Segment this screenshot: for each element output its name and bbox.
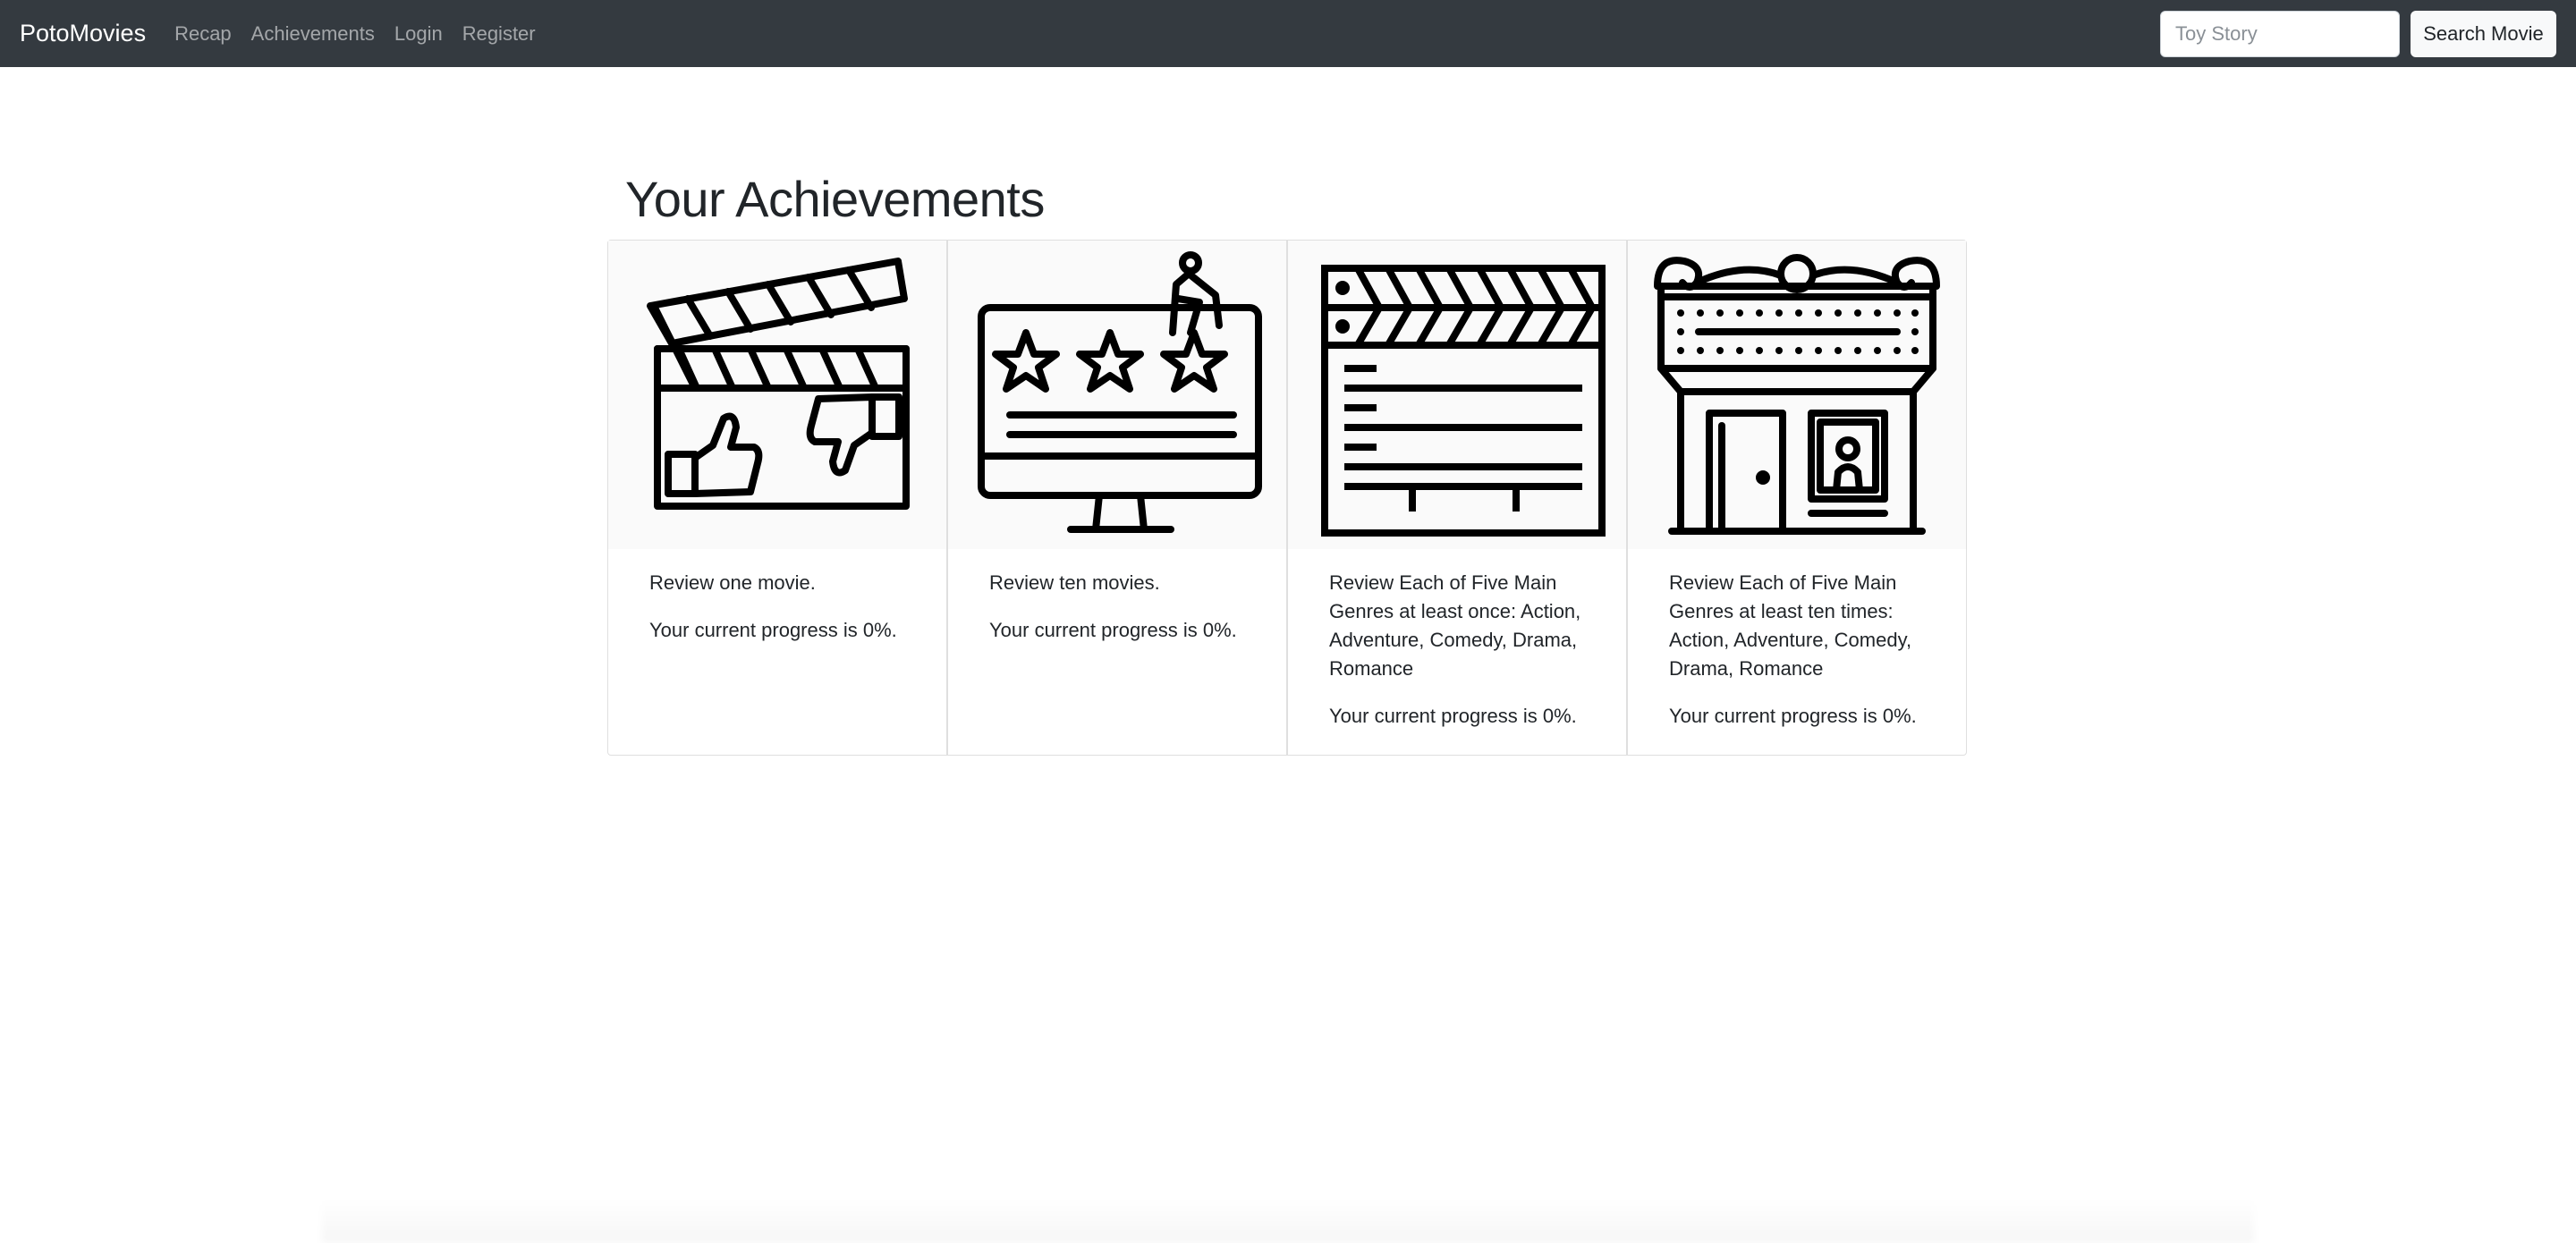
page-title: Your Achievements <box>625 171 1045 227</box>
achievement-card: Review ten movies. Your current progress… <box>947 240 1287 756</box>
achievement-title: Review one movie. <box>649 571 816 594</box>
search-form: Search Movie <box>2160 10 2556 57</box>
achievement-image <box>1628 241 1966 549</box>
achievement-image <box>1288 241 1626 549</box>
search-movie-button[interactable]: Search Movie <box>2411 10 2556 57</box>
top-navbar: PotoMovies Recap Achievements Login Regi… <box>0 0 2576 67</box>
nav-links: Recap Achievements Login Register <box>174 22 536 46</box>
achievement-card: Review Each of Five Main Genres at least… <box>1287 240 1627 756</box>
achievement-image <box>948 241 1286 549</box>
achievement-title: Review Each of Five Main Genres at least… <box>1669 571 1912 680</box>
cinema-building-icon <box>1654 253 1940 535</box>
achievement-card-body: Review Each of Five Main Genres at least… <box>1288 549 1626 748</box>
achievement-card-body: Review ten movies. Your current progress… <box>948 549 1286 663</box>
achievement-card-body: Review Each of Five Main Genres at least… <box>1628 549 1966 748</box>
nav-link-recap[interactable]: Recap <box>174 22 232 46</box>
achievement-title: Review Each of Five Main Genres at least… <box>1329 571 1581 680</box>
achievement-card-body: Review one movie. Your current progress … <box>608 549 946 663</box>
achievement-card: Review one movie. Your current progress … <box>607 240 947 756</box>
achievement-progress: Your current progress is 0%. <box>1669 705 1917 727</box>
achievement-card: Review Each of Five Main Genres at least… <box>1627 240 1967 756</box>
monitor-stars-review-icon <box>978 250 1262 533</box>
brand-logo[interactable]: PotoMovies <box>20 20 146 47</box>
achievements-card-group: Review one movie. Your current progress … <box>607 240 1968 756</box>
achievement-title: Review ten movies. <box>989 571 1160 594</box>
search-input[interactable] <box>2160 10 2400 57</box>
footer-shadow <box>322 1198 2254 1243</box>
clapperboard-thumbs-icon <box>647 257 910 510</box>
clapperboard-list-icon <box>1321 264 1606 537</box>
achievement-progress: Your current progress is 0%. <box>649 619 897 641</box>
nav-link-register[interactable]: Register <box>462 22 536 46</box>
nav-link-login[interactable]: Login <box>394 22 443 46</box>
nav-link-achievements[interactable]: Achievements <box>251 22 375 46</box>
achievement-image <box>608 241 946 549</box>
achievement-progress: Your current progress is 0%. <box>989 619 1237 641</box>
achievement-progress: Your current progress is 0%. <box>1329 705 1577 727</box>
